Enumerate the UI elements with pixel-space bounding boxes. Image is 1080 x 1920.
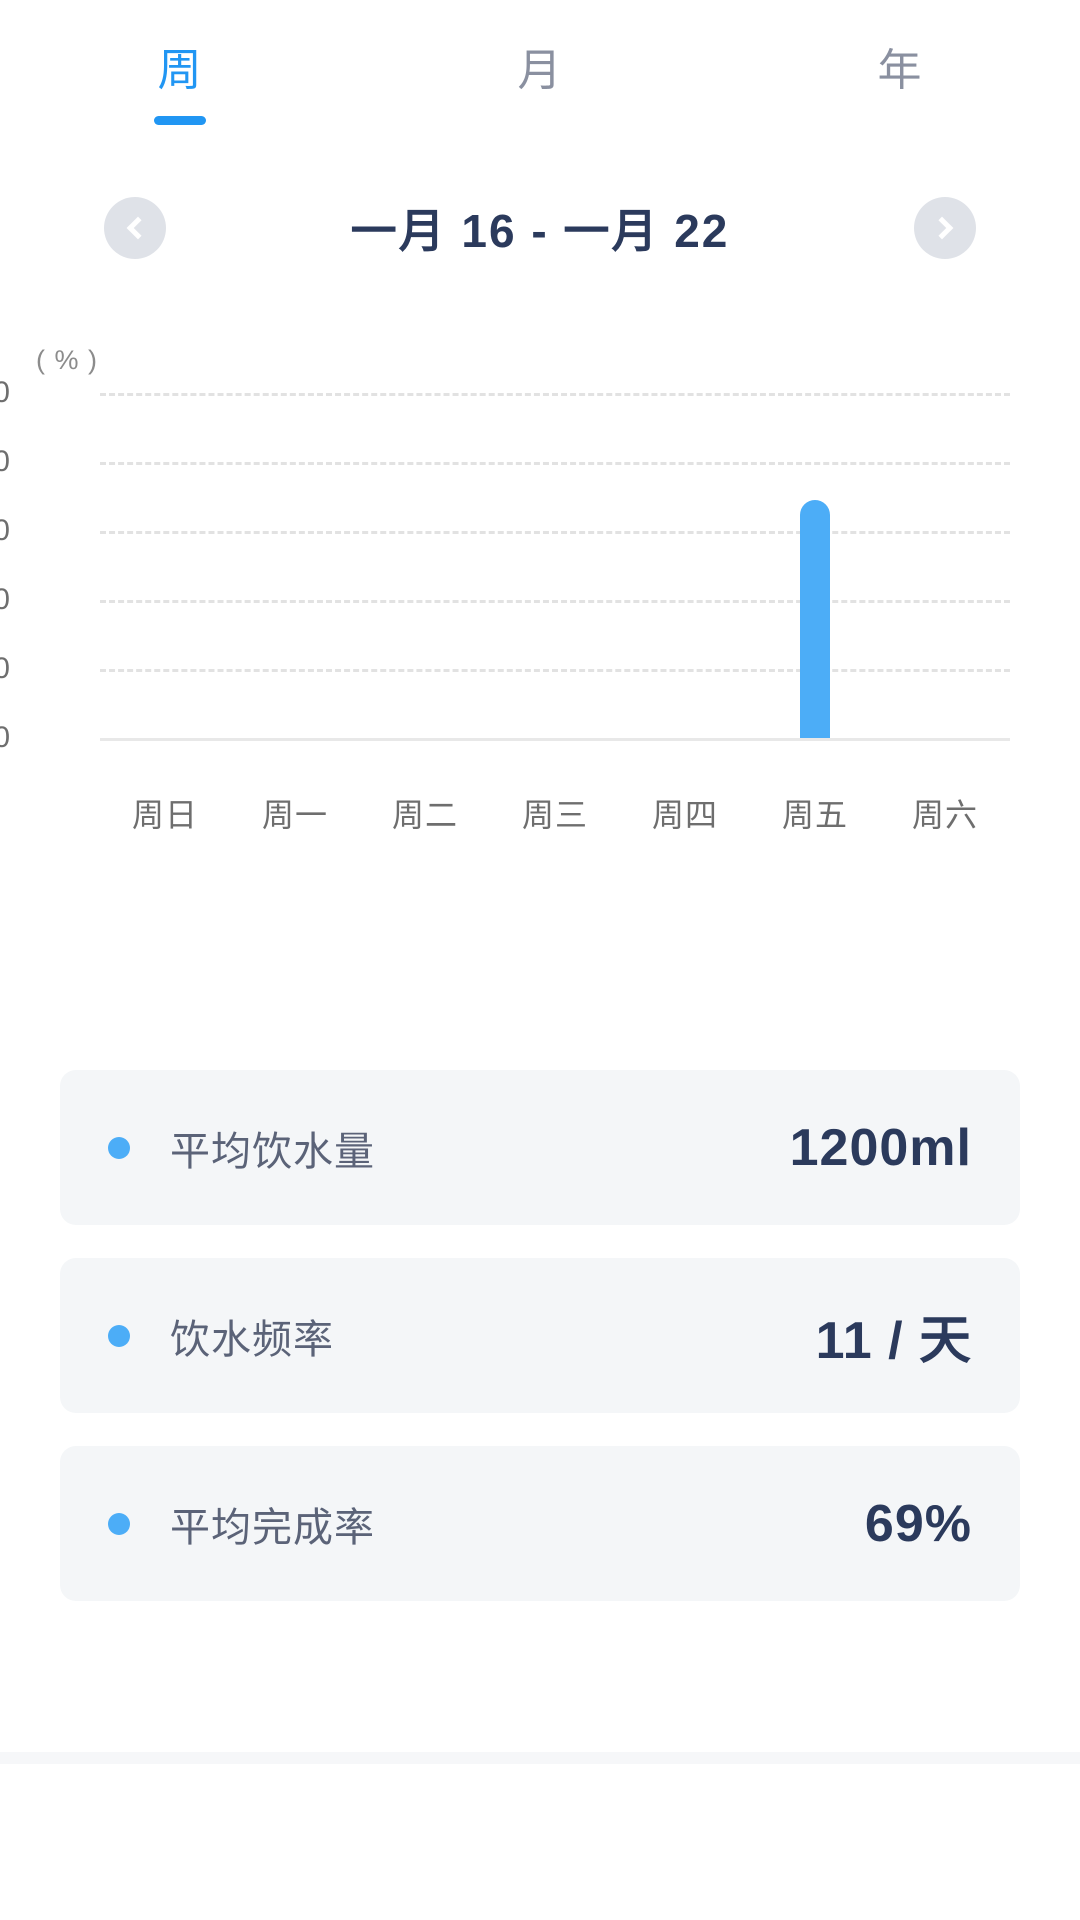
tab-year-label: 年 [877,46,923,95]
y-tick-label-40: 40 [0,583,10,616]
stat-value-drink-frequency: 11 / 天 [815,1312,972,1370]
bar-slot-周一[interactable] [230,393,360,738]
stat-label-drink-frequency: 饮水频率 [170,1317,334,1362]
x-axis-label-周一: 周一 [261,797,328,833]
bullet-dot-icon [108,1512,130,1535]
stat-card-list: 平均饮水量 1200ml 饮水频率 11 / 天 平均完成率 69% [60,1070,1020,1634]
y-tick-label-0: 0 [0,721,10,754]
y-tick-label-60: 60 [0,514,10,547]
gridline-0 [100,738,1010,741]
stat-card-average-intake[interactable]: 平均饮水量 1200ml [60,1070,1020,1225]
chart-x-axis-labels: 周日 周一 周二 周三 周四 周五 周六 [100,790,1010,836]
tab-week-label: 周 [157,46,203,95]
y-tick-label-100: 100 [0,376,10,409]
x-axis-label-周五: 周五 [781,797,848,833]
stat-value-average-intake: 1200ml [789,1118,972,1177]
tab-month-label: 月 [517,46,563,95]
bar-slot-周四[interactable] [620,393,750,738]
stat-value-average-completion: 69% [864,1494,972,1553]
bar-周五[interactable] [800,499,830,738]
chart-bars [100,393,1010,738]
water-stats-screen: 周 月 年 一月 16 - 一月 22 ( % ) 100 80 60 40 20 0 周… [0,0,1080,1920]
x-axis-label-周三: 周三 [521,797,588,833]
chevron-left-icon [126,216,150,240]
period-tab-bar: 周 月 年 [0,40,1080,150]
tab-year[interactable]: 年 [720,40,1080,150]
stat-label-average-intake: 平均饮水量 [170,1129,375,1174]
bar-slot-周六[interactable] [880,393,1010,738]
tab-week[interactable]: 周 [0,40,360,150]
tab-month-indicator [514,116,566,125]
next-period-button[interactable] [914,197,976,259]
bullet-dot-icon [108,1324,130,1347]
bar-slot-周五[interactable] [750,393,880,738]
bar-slot-周二[interactable] [360,393,490,738]
bullet-dot-icon [108,1136,130,1159]
completion-rate-bar-chart: ( % ) 100 80 60 40 20 0 周日 周一 周二 周三 周四 周五 周六 [0,345,1080,995]
tab-month[interactable]: 月 [360,40,720,150]
stat-card-drink-frequency[interactable]: 饮水频率 11 / 天 [60,1258,1020,1413]
bar-slot-周三[interactable] [490,393,620,738]
date-range-label: 一月 16 - 一月 22 [350,205,730,257]
previous-period-button[interactable] [104,197,166,259]
stat-label-average-completion: 平均完成率 [170,1505,375,1550]
chart-unit-label: ( % ) [36,345,98,375]
x-axis-label-周六: 周六 [911,797,978,833]
bottom-divider [0,1752,1080,1764]
y-tick-label-20: 20 [0,652,10,685]
tab-year-indicator [874,116,926,125]
bar-slot-周日[interactable] [100,393,230,738]
y-tick-label-80: 80 [0,445,10,478]
stat-card-average-completion[interactable]: 平均完成率 69% [60,1446,1020,1601]
x-axis-label-周二: 周二 [391,797,458,833]
x-axis-label-周日: 周日 [131,797,198,833]
date-navigator: 一月 16 - 一月 22 [0,190,1080,266]
x-axis-label-周四: 周四 [651,797,718,833]
tab-week-indicator [154,116,206,125]
chevron-right-icon [930,216,954,240]
